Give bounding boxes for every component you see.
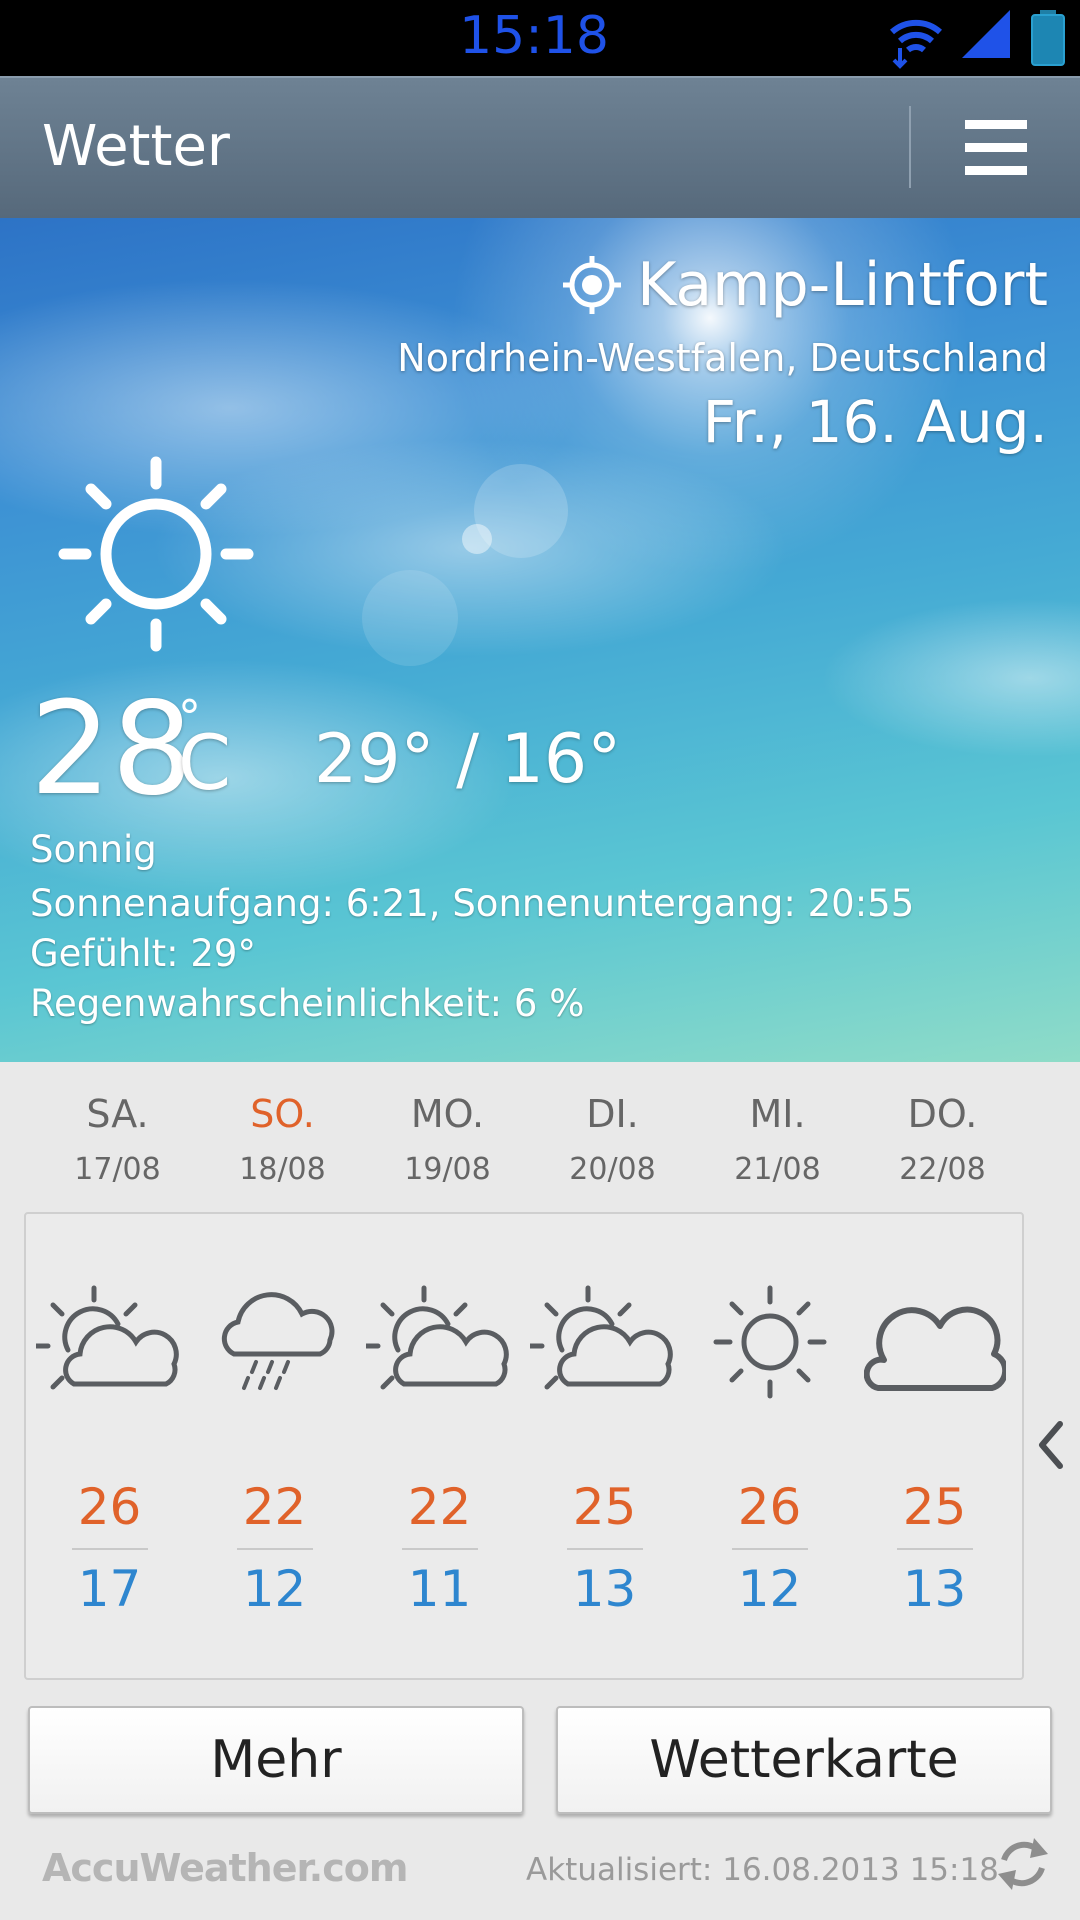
forecast-high-temp: 25: [572, 1478, 637, 1536]
app-bar: Wetter: [0, 76, 1080, 218]
forecast-date: 18/08: [239, 1152, 326, 1187]
forecast-day-name: MO.: [410, 1092, 485, 1136]
forecast-date: 22/08: [899, 1152, 986, 1187]
forecast-date: 19/08: [404, 1152, 491, 1187]
forecast-low-temp: 13: [572, 1560, 637, 1618]
menu-icon: [965, 120, 1027, 129]
partly-cloudy-icon: [36, 1285, 179, 1390]
forecast-day-name: DO.: [907, 1092, 978, 1136]
forecast-high-temp: 22: [242, 1478, 307, 1536]
forecast-date: 17/08: [74, 1152, 161, 1187]
temp-separator: [567, 1548, 643, 1550]
signal-icon: [962, 10, 1010, 58]
location-region: Nordrhein-Westfalen, Deutschland: [397, 336, 1048, 380]
sun-times: Sonnenaufgang: 6:21, Sonnenuntergang: 20…: [30, 882, 915, 925]
forecast-day-name: MI.: [749, 1092, 806, 1136]
forecast-low-temp: 17: [77, 1560, 142, 1618]
current-date: Fr., 16. Aug.: [702, 388, 1048, 456]
status-bar: 15:18: [0, 0, 1080, 76]
high-low-temperature: 29° / 16°: [314, 720, 622, 799]
forecast-high-temp: 26: [737, 1478, 802, 1536]
current-weather-panel: Kamp-Lintfort Nordrhein-Westfalen, Deuts…: [0, 218, 1080, 1062]
forecast-low-temp: 12: [242, 1560, 307, 1618]
app-bar-divider: [909, 106, 911, 188]
location-name: Kamp-Lintfort: [637, 250, 1048, 320]
temp-separator: [897, 1548, 973, 1550]
accuweather-logo[interactable]: AccuWeather.com: [42, 1846, 408, 1890]
wifi-icon: [890, 19, 942, 69]
refresh-icon[interactable]: [996, 1834, 1050, 1894]
cloud-icon: [864, 1306, 1006, 1391]
battery-icon: [1031, 10, 1065, 66]
partly-cloudy-icon: [530, 1285, 673, 1390]
forecast-low-temp: 11: [407, 1560, 472, 1618]
forecast-high-temp: 26: [77, 1478, 142, 1536]
location-target-icon: [563, 256, 622, 314]
forecast-date: 20/08: [569, 1152, 656, 1187]
forecast-day-name: SA.: [86, 1092, 149, 1136]
sun-icon: [713, 1285, 827, 1399]
forecast-date: 21/08: [734, 1152, 821, 1187]
forecast-high-temp: 25: [902, 1478, 967, 1536]
temp-separator: [402, 1548, 478, 1550]
sun-icon: [58, 456, 254, 652]
forecast-low-temp: 13: [902, 1560, 967, 1618]
temp-separator: [237, 1548, 313, 1550]
temp-separator: [72, 1548, 148, 1550]
forecast-low-temp: 12: [737, 1560, 802, 1618]
rain-chance: Regenwahrscheinlichkeit: 6 %: [30, 982, 585, 1025]
current-temperature: 28: [30, 675, 193, 824]
partly-cloudy-icon: [366, 1285, 509, 1390]
rain-icon: [221, 1292, 335, 1390]
more-button[interactable]: Mehr: [28, 1706, 524, 1814]
feels-like: Gefühlt: 29°: [30, 932, 256, 975]
forecast-day-name: SO.: [250, 1092, 315, 1136]
menu-button[interactable]: [940, 100, 1050, 196]
condition-text: Sonnig: [30, 828, 157, 871]
location-row[interactable]: Kamp-Lintfort: [561, 250, 1048, 320]
forecast-day-name: DI.: [586, 1092, 639, 1136]
weather-map-button[interactable]: Wetterkarte: [556, 1706, 1052, 1814]
last-updated: Aktualisiert: 16.08.2013 15:18: [526, 1852, 999, 1888]
app-title: Wetter: [42, 114, 230, 179]
forecast-high-temp: 22: [407, 1478, 472, 1536]
temperature-unit: C: [178, 718, 232, 807]
temp-separator: [732, 1548, 808, 1550]
chevron-left-icon[interactable]: [1036, 1418, 1066, 1472]
